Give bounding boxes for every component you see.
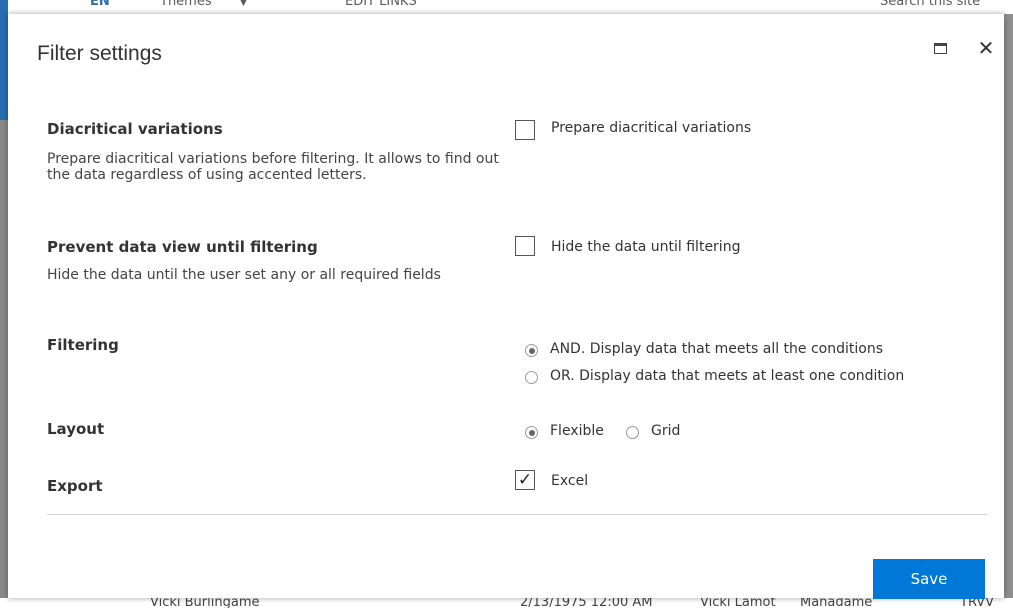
layout-grid-radio[interactable]	[626, 426, 639, 439]
background-top-bar: EN Themes ▼ EDIT LINKS Search this site	[0, 0, 1013, 14]
layout-flexible-radio[interactable]	[525, 426, 538, 439]
background-right-strip	[1004, 14, 1013, 598]
filtering-or-label[interactable]: OR. Display data that meets at least one…	[550, 368, 904, 384]
diacritical-title: Diacritical variations	[47, 120, 223, 138]
filtering-and-label[interactable]: AND. Display data that meets all the con…	[550, 341, 883, 357]
diacritical-checkbox[interactable]	[515, 120, 535, 140]
filtering-and-radio[interactable]	[525, 344, 538, 357]
maximize-icon	[933, 42, 947, 54]
excel-checkbox[interactable]: ✓	[515, 470, 535, 490]
diacritical-description: Prepare diacritical variations before fi…	[47, 151, 499, 183]
bg-row-name: Vicki Burlingame	[150, 598, 260, 608]
themes-caret-icon: ▼	[240, 0, 247, 8]
checkmark-icon: ✓	[517, 469, 533, 490]
layout-grid-label[interactable]: Grid	[651, 423, 680, 439]
footer-divider	[47, 514, 987, 515]
prevent-view-description: Hide the data until the user set any or …	[47, 267, 441, 283]
save-button[interactable]: Save	[873, 559, 985, 599]
filtering-title: Filtering	[47, 336, 119, 354]
filter-settings-dialog: Filter settings ✕ Diacritical variations…	[8, 14, 1004, 599]
diacritical-checkbox-label[interactable]: Prepare diacritical variations	[551, 120, 751, 136]
language-label: EN	[90, 0, 110, 9]
excel-checkbox-label[interactable]: Excel	[551, 473, 588, 489]
bg-row-date: 2/13/1975 12:00 AM	[520, 598, 653, 608]
edit-links-link: EDIT LINKS	[345, 0, 417, 9]
background-left-strip	[0, 120, 8, 608]
bg-row-role: Manadame	[800, 598, 873, 608]
dialog-title: Filter settings	[37, 42, 162, 65]
bg-row-code: TRVV	[960, 598, 995, 608]
export-title: Export	[47, 477, 103, 495]
search-box: Search this site	[880, 0, 981, 9]
hide-data-checkbox[interactable]	[515, 236, 535, 256]
background-accent	[0, 0, 8, 120]
close-icon: ✕	[977, 36, 995, 60]
filtering-or-radio[interactable]	[525, 371, 538, 384]
themes-menu: Themes	[160, 0, 212, 9]
bg-row-person: Vicki Lamot	[700, 598, 776, 608]
close-button[interactable]: ✕	[974, 36, 998, 60]
background-bottom-row: Vicki Burlingame 2/13/1975 12:00 AM Vick…	[0, 598, 1013, 608]
layout-flexible-label[interactable]: Flexible	[550, 423, 604, 439]
hide-data-checkbox-label[interactable]: Hide the data until filtering	[551, 239, 740, 255]
layout-title: Layout	[47, 420, 105, 438]
maximize-button[interactable]	[928, 36, 952, 60]
prevent-view-title: Prevent data view until filtering	[47, 238, 318, 256]
